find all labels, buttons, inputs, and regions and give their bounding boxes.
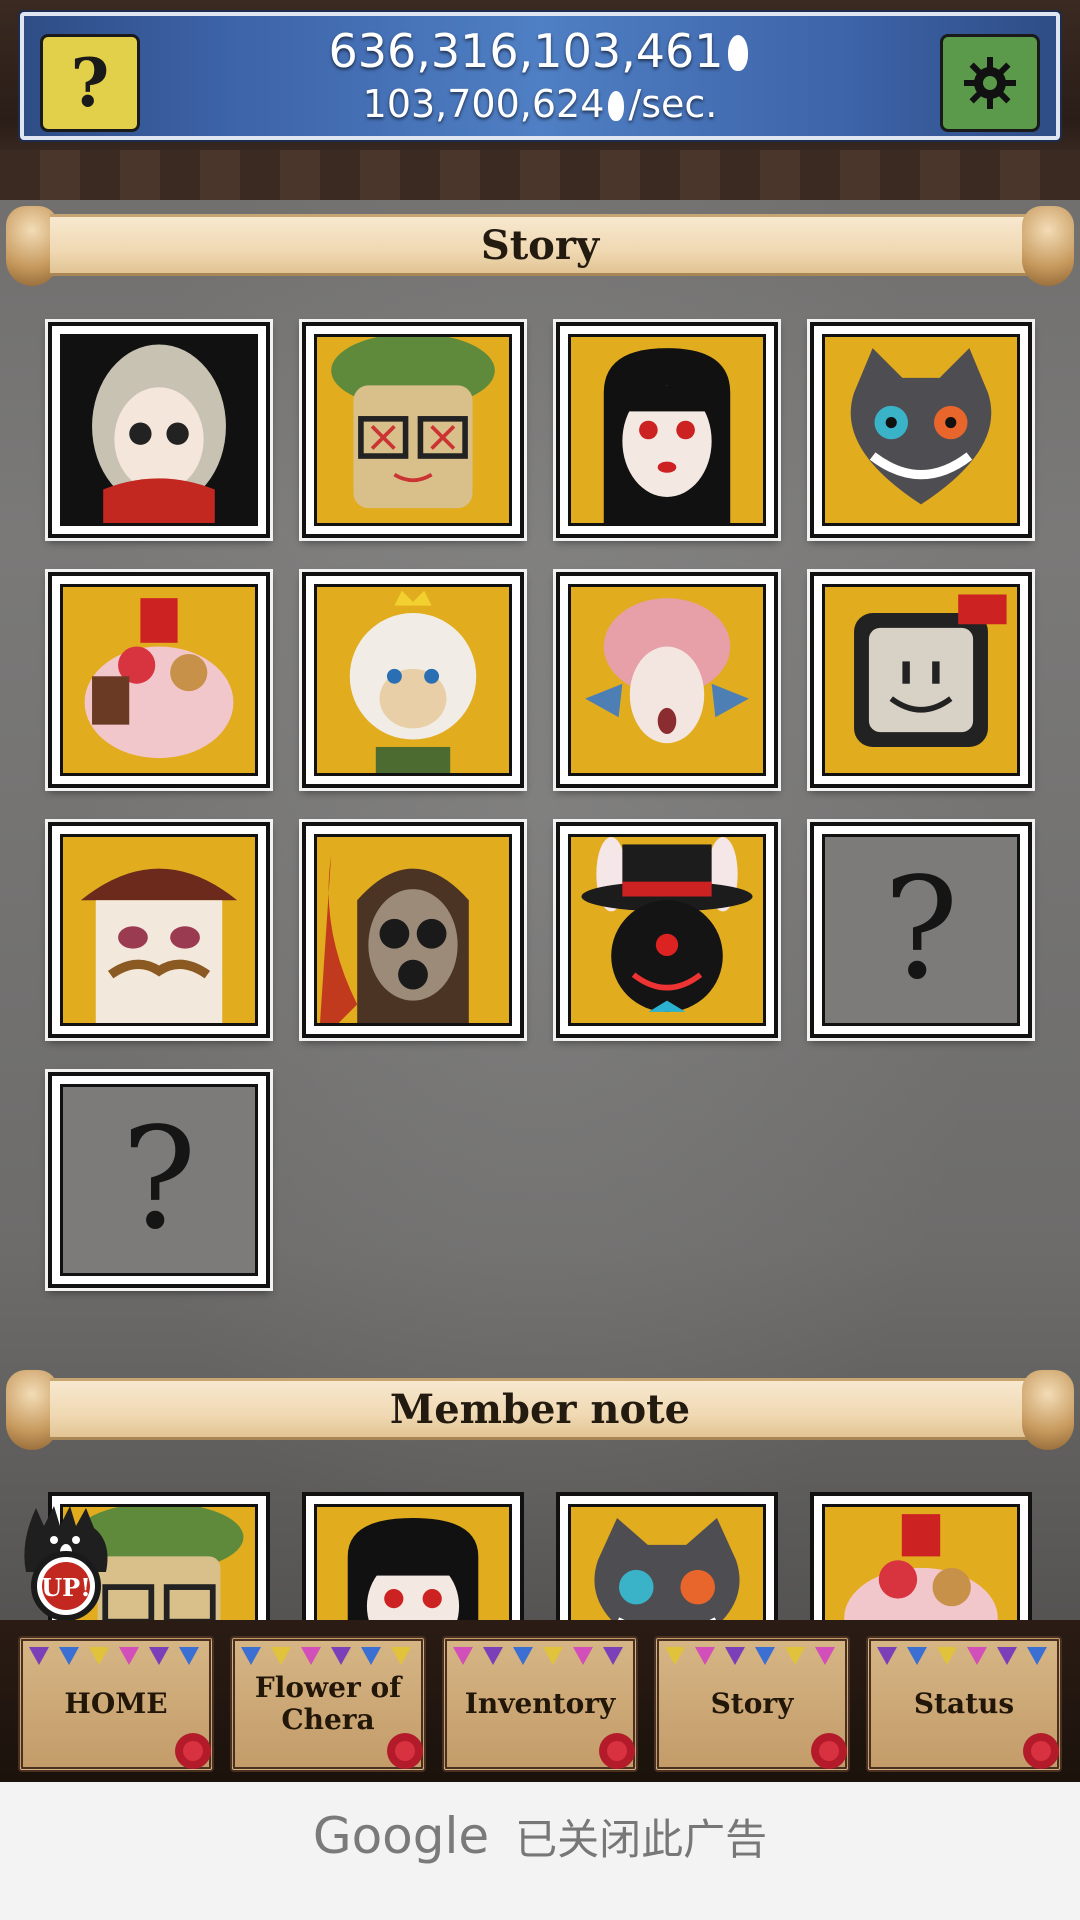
nav-home-button[interactable]: HOME: [18, 1636, 214, 1772]
member-note-banner: Member note: [0, 1370, 1080, 1450]
nutcracker-portrait: [80, 868, 238, 1023]
locked-tile[interactable]: ?: [48, 1072, 270, 1288]
story-banner: Story: [0, 206, 1080, 286]
character-tile-5[interactable]: [48, 572, 270, 788]
up-badge-label: UP!: [41, 1573, 91, 1602]
nav-flower-of-chera-label: Flower of Chera: [254, 1671, 402, 1736]
bunting-flags: [453, 1647, 623, 1665]
character-tile-6[interactable]: [302, 572, 524, 788]
total-coins: 636,316,103,461: [328, 24, 724, 78]
cheshire-cat-portrait: [850, 348, 992, 505]
ad-banner[interactable]: Google 已关闭此广告: [0, 1782, 1080, 1920]
character-tile-1[interactable]: [48, 322, 270, 538]
settings-button[interactable]: [940, 34, 1040, 132]
gas-mask-portrait: [320, 855, 469, 1023]
nav-status-label: Status: [913, 1687, 1015, 1720]
character-tile-4[interactable]: [810, 322, 1032, 538]
up-badge[interactable]: UP!: [14, 1502, 118, 1620]
alpaca-king-portrait: [349, 590, 477, 773]
bunting-flags: [877, 1647, 1047, 1665]
locked-question-icon: ?: [883, 848, 959, 1011]
rose-icon: [599, 1733, 635, 1769]
rose-icon: [175, 1733, 211, 1769]
character-tile-10[interactable]: [302, 822, 524, 1038]
character-tile-9[interactable]: [48, 822, 270, 1038]
character-tile-7[interactable]: [556, 572, 778, 788]
help-icon: ?: [70, 44, 110, 122]
currency-header: ? 636,316,103,461 103,700,624/sec.: [20, 12, 1060, 140]
coin-rate: 103,700,624: [362, 82, 605, 126]
black-hair-girl-portrait: [603, 348, 731, 523]
character-tile-8[interactable]: [810, 572, 1032, 788]
nav-status-button[interactable]: Status: [866, 1636, 1062, 1772]
ad-closed-message: 已关闭此广告: [515, 1814, 768, 1864]
nav-inventory-label: Inventory: [464, 1687, 616, 1720]
game-stage: ? 636,316,103,461 103,700,624/sec. Story…: [0, 0, 1080, 1782]
character-tile-3[interactable]: [556, 322, 778, 538]
nav-flower-of-chera-button[interactable]: Flower of Chera: [230, 1636, 426, 1772]
gear-icon: [964, 57, 1016, 109]
rate-suffix: /sec.: [628, 82, 718, 126]
google-logo: Google: [312, 1807, 490, 1865]
locked-tile[interactable]: ?: [810, 822, 1032, 1038]
parfait-dessert-portrait: [84, 598, 234, 759]
bunting-flags: [29, 1647, 199, 1665]
ghost-drop-icon: [608, 91, 625, 121]
nav-story-button[interactable]: Story: [654, 1636, 850, 1772]
rose-icon: [387, 1733, 423, 1769]
ghost-drop-icon: [727, 35, 748, 71]
rose-icon: [1023, 1733, 1059, 1769]
coin-counter: 636,316,103,461 103,700,624/sec.: [164, 22, 916, 128]
member-note-title: Member note: [389, 1385, 691, 1433]
character-tile-11[interactable]: [556, 822, 778, 1038]
locked-question-icon: ?: [121, 1098, 197, 1261]
story-title: Story: [480, 221, 600, 269]
character-tile-2[interactable]: [302, 322, 524, 538]
bunting-flags: [665, 1647, 835, 1665]
help-button[interactable]: ?: [40, 34, 140, 132]
nav-home-label: HOME: [64, 1687, 168, 1720]
bat-wing-girl-portrait: [585, 598, 749, 744]
nav-inventory-button[interactable]: Inventory: [442, 1636, 638, 1772]
girl-scarf-portrait: [92, 344, 226, 523]
top-hat-rabbit-portrait: [581, 837, 753, 1012]
rose-icon: [811, 1733, 847, 1769]
bunting-flags: [241, 1647, 411, 1665]
glasses-cap-boy-portrait: [331, 337, 495, 509]
nav-story-label: Story: [710, 1687, 794, 1720]
tv-head-portrait: [854, 594, 1007, 747]
bottom-navigation: HOME Flower of Chera Inventory Story Sta…: [0, 1620, 1080, 1782]
